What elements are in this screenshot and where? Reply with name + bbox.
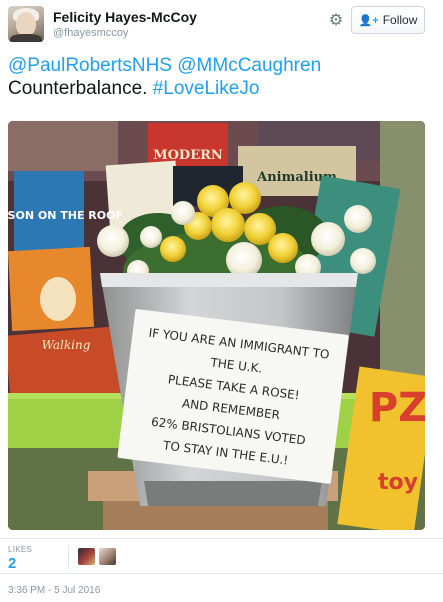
hashtag-link[interactable]: #LoveLikeJo [153,78,260,99]
white-rose [344,205,372,233]
user-handle[interactable]: @fhayesmccoy [53,27,128,39]
yellow-rose [160,236,186,262]
avatar-face [16,12,36,36]
yellow-rose [268,233,298,263]
likes-divider [68,545,69,569]
likes-count[interactable]: 2 [8,555,16,572]
follow-person-plus-icon: 👤+ [358,14,379,27]
display-name[interactable]: Felicity Hayes-McCoy [53,9,197,25]
photo-illustration: MODERN Animalium KARLSON ON THE ROOF Wal… [8,121,425,530]
white-rose [171,201,195,225]
likes-label: LIKES [8,545,33,554]
liker-avatar[interactable] [99,548,116,565]
tweet-text: @PaulRobertsNHS @MMcCaughren Counterbala… [8,54,433,100]
book-title-text: MODERN [153,148,223,163]
white-rose [226,242,262,278]
white-rose [140,226,162,248]
avatar-shoulders [10,34,42,42]
tweet-timestamp[interactable]: 3:36 PM - 5 Jul 2016 [8,585,100,596]
tweet-header: Felicity Hayes-McCoy @fhayesmccoy ⚙ 👤+ F… [0,0,443,48]
mention-link[interactable]: @MMcCaughren [177,55,321,76]
user-avatar[interactable] [8,6,44,42]
gear-icon[interactable]: ⚙ [326,10,346,30]
likes-section: LIKES 2 [0,538,443,574]
book-title-text: toy [378,470,418,495]
tweet-photo[interactable]: MODERN Animalium KARLSON ON THE ROOF Wal… [8,121,425,530]
follow-button-label: Follow [382,13,418,27]
book-title-text: Walking [42,338,91,352]
svg-text:PZ: PZ [369,385,425,431]
mention-link[interactable]: @PaulRobertsNHS [8,55,172,76]
immigrant-sign: IF YOU ARE AN IMMIGRANT TO THE U.K. PLEA… [117,309,349,484]
yellow-rose [211,208,245,242]
white-rose [97,225,129,257]
tweet-body-text: Counterbalance. [8,78,148,99]
book-title-text: KARLSON ON THE ROOF [8,209,123,222]
white-rose [311,222,345,256]
white-rose [350,248,376,274]
liker-avatar[interactable] [78,548,95,565]
follow-button[interactable]: 👤+ Follow [351,6,425,34]
